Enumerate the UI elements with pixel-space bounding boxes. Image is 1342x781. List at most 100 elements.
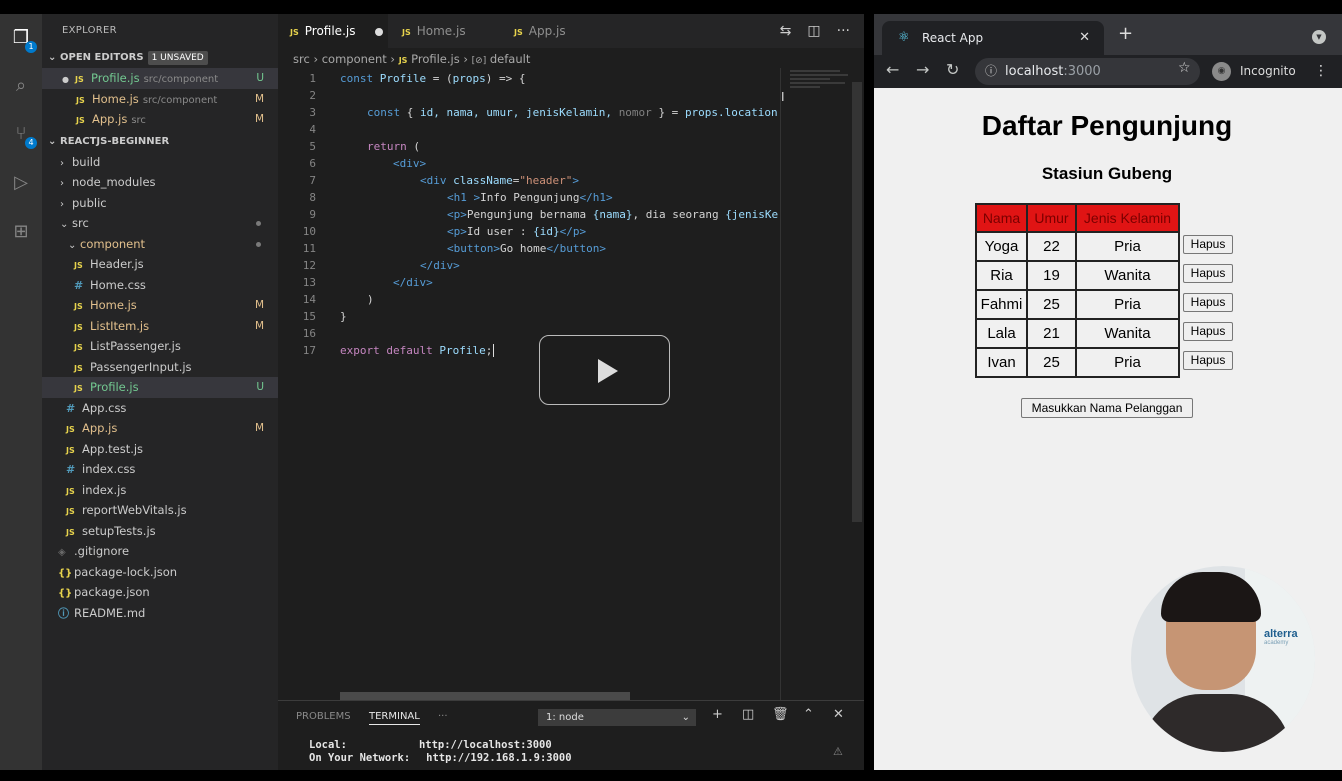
site-info-icon[interactable]: ⓘ [985,58,997,85]
tree-file[interactable]: JS PassengerInput.js [42,357,278,378]
browser-menu-icon[interactable]: ⋮ [1314,55,1328,88]
tree-file[interactable]: JS ListPassenger.js [42,336,278,357]
bookmark-star-icon[interactable]: ☆ [1178,60,1191,76]
panel-more-icon[interactable]: ··· [438,711,448,722]
line-number: 9 [309,208,316,221]
maximize-panel-icon[interactable]: ⌃ [803,707,814,722]
run-debug-icon[interactable]: ▷ [9,171,33,195]
column-header: Nama [975,203,1028,233]
tree-file[interactable]: JS App.test.js [42,439,278,460]
new-terminal-icon[interactable]: + [712,707,723,722]
terminal-select[interactable]: 1: node ⌄ [538,709,696,726]
back-icon[interactable]: ← [886,60,899,79]
crumb-file[interactable]: Profile.js [411,52,460,66]
source-control-icon[interactable]: ⑂ 4 [9,122,37,149]
crumb-component[interactable]: component [322,52,387,66]
tree-folder-public[interactable]: › public [42,193,278,214]
tree-file[interactable]: JS setupTests.js [42,521,278,542]
delete-button[interactable]: Hapus [1183,235,1233,254]
tab-app[interactable]: JS App.js [502,14,612,48]
code-line: const Profile = (props) => { [340,72,526,85]
project-header[interactable]: ⌄ REACTJS-BEGINNER [42,132,278,152]
incognito-icon: ◉ [1212,62,1231,81]
vertical-scrollbar[interactable] [852,82,862,522]
line-number: 2 [309,89,316,102]
more-actions-icon[interactable]: ··· [837,23,850,39]
files-icon[interactable]: ❐ 1 [9,26,37,53]
close-tab-icon[interactable]: ✕ [1079,21,1090,55]
tab-terminal[interactable]: TERMINAL [369,711,420,725]
tree-file[interactable]: JS Home.js M [42,295,278,316]
delete-button[interactable]: Hapus [1183,322,1233,341]
unsaved-dot-icon[interactable] [375,27,384,36]
reload-icon[interactable]: ↻ [946,60,959,79]
tab-profile[interactable]: JS Profile.js [278,14,388,48]
video-play-button[interactable] [539,335,670,405]
tab-search-icon[interactable]: ▼ [1312,30,1326,44]
delete-button[interactable]: Hapus [1183,351,1233,370]
open-changes-icon[interactable]: ⇆ [780,23,792,39]
cell: Pria [1075,347,1180,378]
cell: Lala [975,318,1028,349]
ruler [780,68,781,700]
delete-button[interactable]: Hapus [1183,264,1233,283]
extensions-icon[interactable]: ⊞ [9,220,33,244]
code-line: ) [367,293,374,306]
horizontal-scrollbar[interactable] [340,692,630,700]
close-panel-icon[interactable]: ✕ [833,707,844,722]
open-editor-item[interactable]: JS App.js src M [42,109,278,130]
tree-folder-src[interactable]: ⌄ src [42,213,278,234]
trash-icon[interactable]: 🗑 [772,707,789,722]
tree-file-selected[interactable]: JS Profile.js U [42,377,278,398]
explorer-sidebar: EXPLORER ⌄ OPEN EDITORS 1 UNSAVED ● JS Profi… [42,14,278,770]
split-editor-icon[interactable]: ◫ [807,23,820,39]
search-icon[interactable]: ⌕ [9,74,33,98]
tree-file[interactable]: ◈ .gitignore [42,541,278,562]
incognito-label[interactable]: Incognito [1240,55,1296,88]
delete-button[interactable]: Hapus [1183,293,1233,312]
tree-file[interactable]: {} package-lock.json [42,562,278,583]
code-line: </div> [393,276,433,289]
address-bar[interactable]: ⓘ localhost:3000 [975,58,1200,85]
code-line: <p>Pengunjung bernama {nama}, dia seoran… [447,208,779,221]
line-number: 6 [309,157,316,170]
cell: Ria [975,260,1028,291]
tree-file[interactable]: {} package.json [42,582,278,603]
line-number: 1 [309,72,316,85]
presenter-webcam: alterra academy [1131,566,1315,752]
forward-icon[interactable]: → [916,60,929,79]
tree-file[interactable]: JS ListItem.js M [42,316,278,337]
tree-file[interactable]: JS Header.js [42,254,278,275]
line-number: 4 [309,123,316,136]
code-line: <div> [393,157,427,170]
minimap[interactable] [790,68,850,108]
split-terminal-icon[interactable]: ◫ [742,707,754,722]
line-number: 16 [302,327,316,340]
open-editor-item[interactable]: JS Home.js src/component M [42,89,278,110]
line-number: 10 [302,225,316,238]
tab-home[interactable]: JS Home.js [390,14,502,48]
new-tab-icon[interactable]: + [1118,23,1133,44]
tab-problems[interactable]: PROBLEMS [296,711,351,722]
tree-file[interactable]: # index.css [42,459,278,480]
play-icon [598,359,618,383]
code-line: </div> [420,259,460,272]
browser-tab[interactable]: ⚛ React App ✕ [882,21,1104,55]
open-editors-header[interactable]: ⌄ OPEN EDITORS 1 UNSAVED [42,48,278,68]
tree-folder-build[interactable]: › build [42,152,278,173]
tree-file[interactable]: # App.css [42,398,278,419]
cell: Wanita [1075,318,1180,349]
open-editor-item[interactable]: ● JS Profile.js src/component U [42,68,278,89]
crumb-symbol[interactable]: default [490,52,530,66]
react-logo-icon: ⚛ [898,30,910,45]
line-number: 3 [309,106,316,119]
tree-file[interactable]: JS index.js [42,480,278,501]
tree-file[interactable]: JS reportWebVitals.js [42,500,278,521]
add-visitor-button[interactable]: Masukkan Nama Pelanggan [1021,398,1193,418]
crumb-src[interactable]: src [293,52,310,66]
tree-file[interactable]: # Home.css [42,275,278,296]
tree-file[interactable]: JS App.js M [42,418,278,439]
tree-folder-component[interactable]: ⌄ component [42,234,278,255]
tree-file[interactable]: ⓘ README.md [42,603,278,624]
tree-folder-node-modules[interactable]: › node_modules [42,172,278,193]
